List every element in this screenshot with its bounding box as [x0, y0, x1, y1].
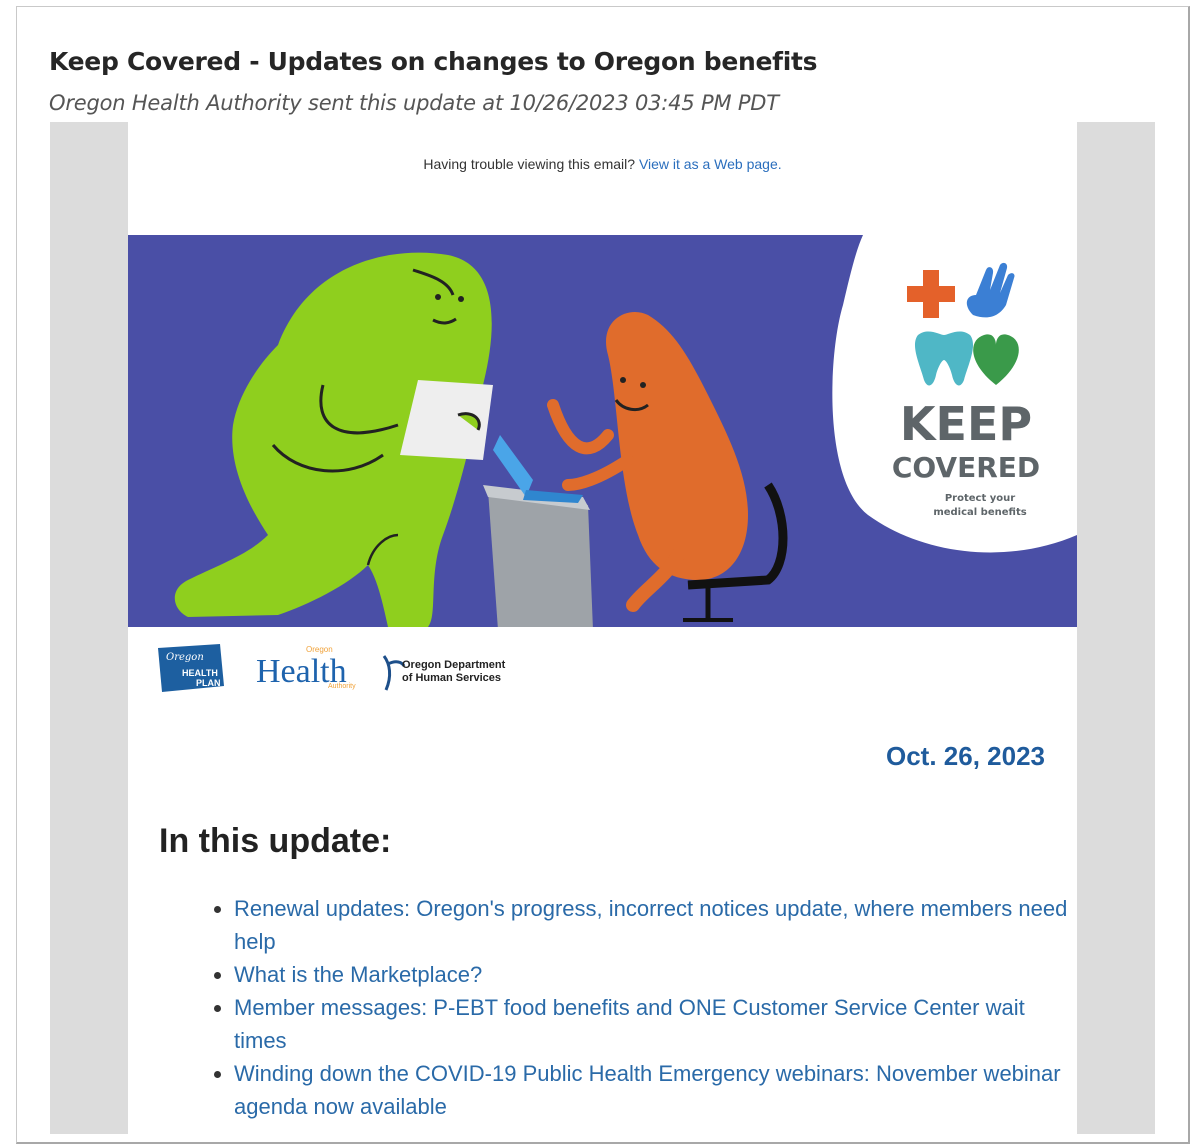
- update-date: Oct. 26, 2023: [886, 741, 1045, 771]
- odhs-logo: Oregon Department of Human Services: [382, 655, 506, 691]
- list-item: Winding down the COVID-19 Public Health …: [234, 1057, 1074, 1123]
- view-trouble-notice: Having trouble viewing this email? View …: [128, 156, 1077, 172]
- email-body: Having trouble viewing this email? View …: [128, 122, 1077, 1134]
- svg-text:Oregon: Oregon: [166, 652, 204, 663]
- update-link-marketplace[interactable]: What is the Marketplace?: [234, 962, 482, 987]
- brand-title-keep: KEEP: [900, 397, 1032, 451]
- section-title: In this update:: [159, 822, 392, 860]
- svg-text:HEALTH: HEALTH: [182, 668, 218, 678]
- update-link-renewal[interactable]: Renewal updates: Oregon's progress, inco…: [234, 896, 1067, 954]
- svg-text:PLAN: PLAN: [196, 678, 221, 688]
- left-gutter: [50, 122, 128, 1134]
- list-item: Member messages: P-EBT food benefits and…: [234, 991, 1074, 1057]
- email-subject: Keep Covered - Updates on changes to Ore…: [49, 47, 818, 76]
- update-links-list: Renewal updates: Oregon's progress, inco…: [206, 892, 1074, 1123]
- brand-tagline-1: Protect your: [945, 493, 1015, 504]
- partner-logos: Oregon HEALTH PLAN Oregon Health Authori…: [158, 644, 506, 692]
- svg-text:Authority: Authority: [328, 683, 356, 690]
- brand-title-covered: COVERED: [892, 451, 1040, 484]
- right-gutter: [1077, 122, 1155, 1134]
- keep-covered-hero-banner: KEEP COVERED Protect your medical benefi…: [128, 235, 1077, 627]
- sender-line: Oregon Health Authority sent this update…: [49, 91, 779, 115]
- view-web-page-link[interactable]: View it as a Web page.: [639, 156, 782, 172]
- svg-text:Oregon Department: Oregon Department: [402, 659, 506, 671]
- oregon-health-authority-logo: Oregon Health Authority: [256, 645, 356, 690]
- update-link-member-messages[interactable]: Member messages: P-EBT food benefits and…: [234, 995, 1025, 1053]
- brand-panel: [832, 235, 1077, 553]
- brand-tagline-2: medical benefits: [933, 507, 1026, 518]
- update-link-webinars[interactable]: Winding down the COVID-19 Public Health …: [234, 1061, 1061, 1119]
- svg-text:of Human Services: of Human Services: [402, 672, 501, 684]
- trouble-text: Having trouble viewing this email?: [423, 156, 636, 172]
- list-item: Renewal updates: Oregon's progress, inco…: [234, 892, 1074, 958]
- oregon-health-plan-logo: Oregon HEALTH PLAN: [158, 644, 224, 692]
- list-item: What is the Marketplace?: [234, 958, 1074, 991]
